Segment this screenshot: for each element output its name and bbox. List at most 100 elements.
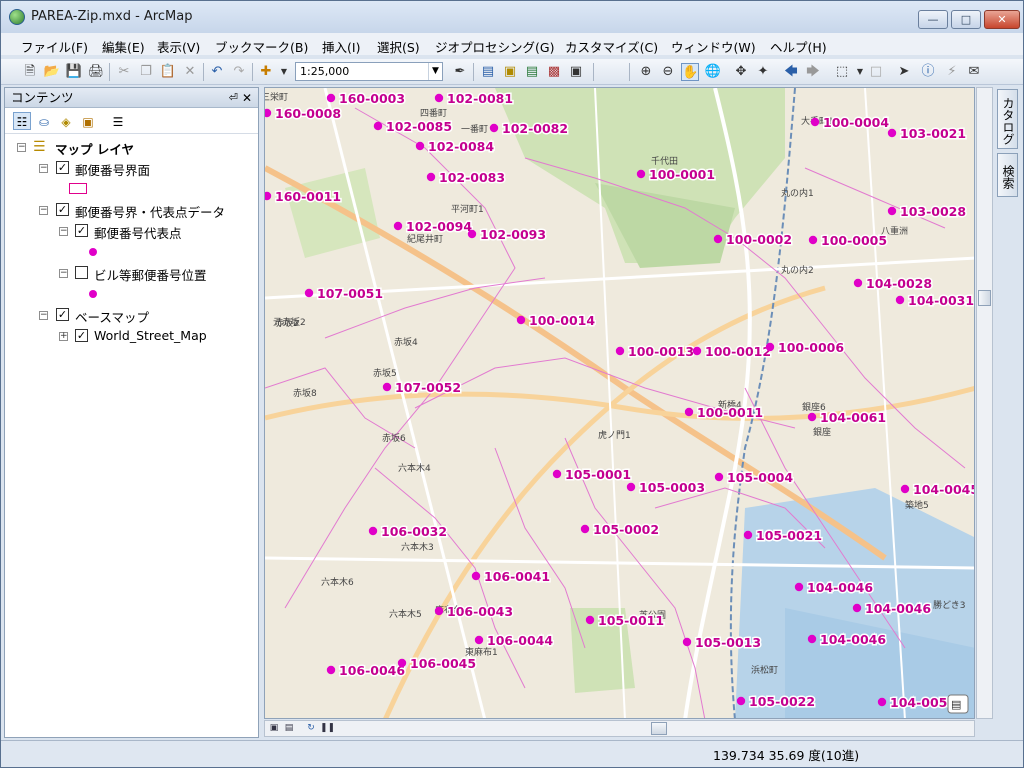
points-layer-checkbox[interactable]: ✓ xyxy=(75,224,88,237)
pause-drawing-icon[interactable]: ❚❚ xyxy=(320,722,335,734)
clear-selection-icon[interactable]: □ xyxy=(867,63,885,81)
list-by-visibility-icon[interactable]: ◈ xyxy=(57,112,75,130)
street-map-label[interactable]: World_Street_Map xyxy=(94,328,207,343)
map-vertical-scrollbar[interactable] xyxy=(976,87,993,719)
postal-code-label: 102-0094 xyxy=(406,219,472,234)
collapse-building-layer[interactable]: − xyxy=(59,269,68,278)
menu-bookmarks[interactable]: ブックマーク(B) xyxy=(215,37,308,56)
place-name-label: 六本木5 xyxy=(389,608,422,620)
title-bar[interactable]: PAREA-Zip.mxd - ArcMap — □ ✕ xyxy=(1,1,1023,33)
select-elements-arrow-icon[interactable]: ➤ xyxy=(895,63,913,81)
group-layer-checkbox[interactable]: ✓ xyxy=(56,203,69,216)
map-overview-icon[interactable]: ▤ xyxy=(947,694,969,714)
postal-point xyxy=(467,229,477,239)
back-arrow-icon[interactable]: 🡄 xyxy=(782,63,800,81)
collapse-map-layers[interactable]: − xyxy=(17,143,26,152)
place-name-label: 赤坂8 xyxy=(293,388,317,399)
minimize-button[interactable]: — xyxy=(918,10,948,29)
close-icon[interactable]: ✕ xyxy=(242,88,252,108)
postal-code-label: 105-0021 xyxy=(756,528,822,543)
html-popup-icon[interactable]: ✉ xyxy=(965,63,983,81)
menu-view[interactable]: 表示(V) xyxy=(157,37,200,56)
open-folder-icon[interactable]: 📂 xyxy=(43,63,61,81)
search-window-icon[interactable]: ▤ xyxy=(523,63,541,81)
search-tab[interactable]: 検索 xyxy=(997,153,1018,197)
menu-edit[interactable]: 編集(E) xyxy=(102,37,145,56)
full-extent-globe-icon[interactable]: 🌐 xyxy=(704,63,722,81)
list-by-selection-icon[interactable]: ▣ xyxy=(79,112,97,130)
new-document-icon[interactable]: 🗎 xyxy=(21,63,39,81)
layer-boundary-label[interactable]: 郵便番号界面 xyxy=(75,160,150,179)
menu-windows[interactable]: ウィンドウ(W) xyxy=(671,37,756,56)
hyperlink-icon[interactable]: ⚡ xyxy=(943,63,961,81)
maximize-button[interactable]: □ xyxy=(951,10,981,29)
collapse-layer-boundary[interactable]: − xyxy=(39,164,48,173)
collapse-group-layer[interactable]: − xyxy=(39,206,48,215)
menu-file[interactable]: ファイル(F) xyxy=(21,37,88,56)
close-button[interactable]: ✕ xyxy=(984,10,1020,29)
table-of-contents-icon[interactable]: ▤ xyxy=(479,63,497,81)
postal-code-label: 104-0061 xyxy=(820,410,886,425)
select-features-icon[interactable]: ⬚ xyxy=(833,63,851,81)
print-icon[interactable]: 🖨 xyxy=(87,63,105,81)
list-by-drawing-order-icon[interactable]: ☷ xyxy=(13,112,31,130)
map-scale-combobox[interactable]: 1:25,000 ▼ xyxy=(295,62,443,81)
menu-geoprocessing[interactable]: ジオプロセシング(G) xyxy=(435,37,554,56)
refresh-icon[interactable]: ↻ xyxy=(305,722,317,734)
layer-boundary-checkbox[interactable]: ✓ xyxy=(56,161,69,174)
basemap-checkbox[interactable]: ✓ xyxy=(56,308,69,321)
menu-insert[interactable]: 挿入(I) xyxy=(322,37,360,56)
postal-point xyxy=(326,665,336,675)
list-by-source-icon[interactable]: ⛀ xyxy=(35,112,53,130)
add-data-icon[interactable]: ✚ xyxy=(257,63,275,81)
collapse-points-layer[interactable]: − xyxy=(59,227,68,236)
map-display[interactable]: 三栄町四番町一番町大手町1千代田丸の内1丸の内2八重洲平河町1紀尾井町赤坂2赤坂… xyxy=(264,87,975,719)
catalog-tab[interactable]: カタログ xyxy=(997,89,1018,149)
collapse-basemap[interactable]: − xyxy=(39,311,48,320)
fixed-zoom-out-icon[interactable]: ✦ xyxy=(754,63,772,81)
pan-hand-icon[interactable]: ✋ xyxy=(681,63,699,81)
horizontal-scroll-thumb[interactable] xyxy=(651,722,667,735)
vertical-scroll-thumb[interactable] xyxy=(978,290,991,306)
redo-icon[interactable]: ↷ xyxy=(230,63,248,81)
save-icon[interactable]: 💾 xyxy=(65,63,83,81)
map-horizontal-scrollbar[interactable]: ▣ ▤ ↻ ❚❚ xyxy=(264,720,975,737)
menu-help[interactable]: ヘルプ(H) xyxy=(770,37,827,56)
editor-toolbar-icon[interactable]: ✒ xyxy=(451,63,469,81)
chevron-down-icon[interactable]: ▼ xyxy=(275,63,293,81)
fixed-zoom-in-icon[interactable]: ✥ xyxy=(732,63,750,81)
map-layers-label[interactable]: マップ レイヤ xyxy=(55,139,134,158)
zoom-in-icon[interactable]: ⊕ xyxy=(637,63,655,81)
point-symbol-swatch xyxy=(89,248,97,256)
identify-info-icon[interactable]: ⓘ xyxy=(919,63,937,81)
building-layer-checkbox[interactable] xyxy=(75,266,88,279)
copy-icon[interactable]: ❐ xyxy=(137,63,155,81)
catalog-window-icon[interactable]: ▣ xyxy=(501,63,519,81)
place-name-label: 元赤坂2 xyxy=(273,317,306,328)
map-canvas[interactable]: 三栄町四番町一番町大手町1千代田丸の内1丸の内2八重洲平河町1紀尾井町赤坂2赤坂… xyxy=(265,88,975,719)
points-layer-label[interactable]: 郵便番号代表点 xyxy=(94,223,182,242)
arctoolbox-icon[interactable]: ▩ xyxy=(545,63,563,81)
menu-selection[interactable]: 選択(S) xyxy=(377,37,420,56)
place-name-label: 赤坂4 xyxy=(394,337,418,348)
forward-arrow-icon[interactable]: 🡆 xyxy=(804,63,822,81)
delete-icon[interactable]: ✕ xyxy=(181,63,199,81)
layout-view-icon[interactable]: ▣ xyxy=(268,722,280,734)
basemap-label[interactable]: ベースマップ xyxy=(75,307,149,326)
data-view-icon[interactable]: ▤ xyxy=(283,722,295,734)
chevron-down-icon[interactable]: ▼ xyxy=(428,63,442,80)
cut-icon[interactable]: ✂ xyxy=(115,63,133,81)
building-layer-label[interactable]: ビル等郵便番号位置 xyxy=(94,265,207,284)
street-map-checkbox[interactable]: ✓ xyxy=(75,329,88,342)
pin-icon[interactable]: ⏎ xyxy=(229,88,238,108)
paste-icon[interactable]: 📋 xyxy=(159,63,177,81)
undo-icon[interactable]: ↶ xyxy=(208,63,226,81)
expand-street-map[interactable]: + xyxy=(59,332,68,341)
postal-code-label: 106-0041 xyxy=(484,569,550,584)
menu-customize[interactable]: カスタマイズ(C) xyxy=(565,37,658,56)
zoom-out-icon[interactable]: ⊖ xyxy=(659,63,677,81)
python-window-icon[interactable]: ▣ xyxy=(567,63,585,81)
group-layer-label[interactable]: 郵便番号界・代表点データ xyxy=(75,202,225,221)
postal-code-label: 105-0003 xyxy=(639,480,705,495)
options-icon[interactable]: ☰ xyxy=(109,112,127,130)
